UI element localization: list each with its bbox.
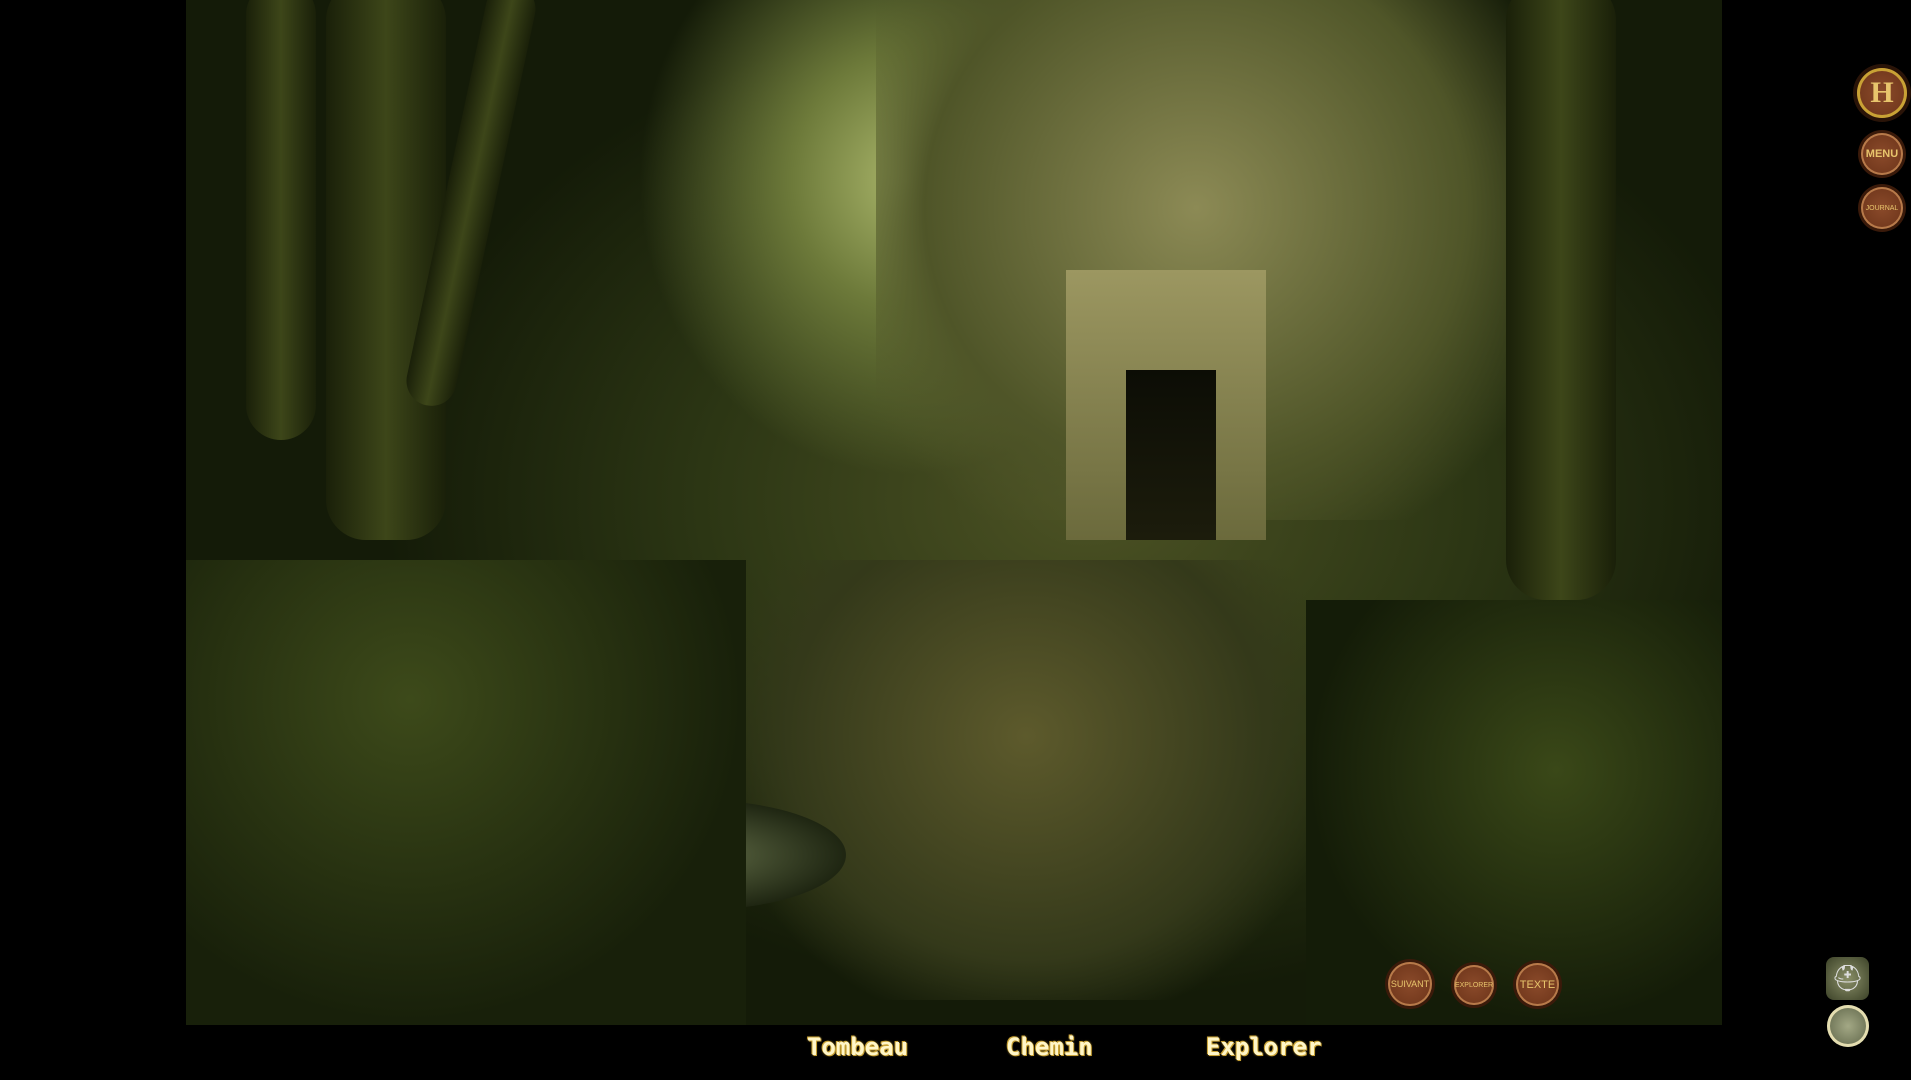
tree-trunk — [1506, 0, 1616, 600]
nav-chemin[interactable]: Chemin — [1006, 1033, 1093, 1061]
coin-map-icon[interactable] — [1827, 1005, 1869, 1047]
tomb-entrance[interactable] — [1066, 270, 1266, 540]
tomb-door[interactable] — [1126, 370, 1216, 540]
tree-trunk — [246, 0, 316, 440]
home-label: H — [1870, 76, 1894, 109]
game-scene[interactable]: SUIVANT EXPLORER TEXTE — [186, 0, 1722, 1025]
home-button[interactable]: H — [1857, 68, 1907, 118]
ferns — [1306, 600, 1722, 1025]
menu-button[interactable]: MENU — [1861, 133, 1903, 175]
knight-helmet-icon[interactable]: ⛑ — [1826, 957, 1869, 1000]
mossy-roots — [186, 560, 746, 1025]
next-label: SUIVANT — [1390, 979, 1430, 989]
nav-explorer[interactable]: Explorer — [1206, 1033, 1322, 1061]
text-button[interactable]: TEXTE — [1516, 963, 1559, 1006]
explore-button[interactable]: EXPLORER — [1454, 965, 1494, 1005]
nav-tombeau[interactable]: Tombeau — [807, 1033, 908, 1061]
menu-label: MENU — [1865, 148, 1899, 160]
next-button[interactable]: SUIVANT — [1388, 962, 1432, 1006]
journal-label: JOURNAL — [1865, 204, 1899, 212]
explore-label: EXPLORER — [1454, 981, 1494, 989]
tree-trunk — [326, 0, 446, 540]
journal-button[interactable]: JOURNAL — [1861, 187, 1903, 229]
stone-path[interactable] — [746, 560, 1306, 1000]
text-label: TEXTE — [1519, 978, 1556, 991]
